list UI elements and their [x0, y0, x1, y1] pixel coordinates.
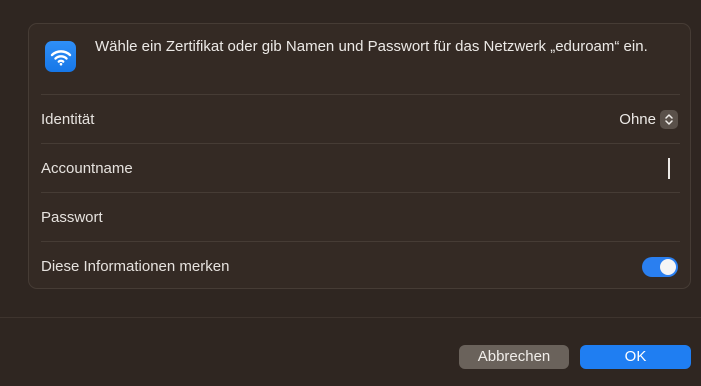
password-row: Passwort [41, 192, 680, 241]
footer-divider [0, 317, 701, 318]
ok-button[interactable]: OK [580, 345, 691, 369]
identity-row[interactable]: Identität Ohne [41, 94, 680, 143]
password-label: Passwort [41, 209, 103, 226]
remember-label: Diese Informationen merken [41, 258, 230, 275]
network-auth-dialog: Wähle ein Zertifikat oder gib Namen und … [0, 0, 701, 386]
account-label: Accountname [41, 160, 133, 177]
account-name-input[interactable] [191, 150, 680, 187]
remember-toggle[interactable] [642, 257, 678, 277]
wifi-icon [45, 41, 76, 72]
identity-label: Identität [41, 111, 95, 128]
password-input[interactable] [191, 199, 680, 236]
chevron-updown-icon[interactable] [660, 110, 678, 129]
dialog-header: Wähle ein Zertifikat oder gib Namen und … [29, 24, 690, 94]
dialog-message: Wähle ein Zertifikat oder gib Namen und … [95, 38, 648, 55]
toggle-knob [660, 259, 676, 275]
text-caret [668, 158, 670, 179]
cancel-button[interactable]: Abbrechen [459, 345, 569, 369]
account-row: Accountname [41, 143, 680, 192]
credentials-panel: Wähle ein Zertifikat oder gib Namen und … [28, 23, 691, 289]
identity-select-value[interactable]: Ohne [619, 95, 656, 144]
remember-row: Diese Informationen merken [41, 241, 680, 290]
